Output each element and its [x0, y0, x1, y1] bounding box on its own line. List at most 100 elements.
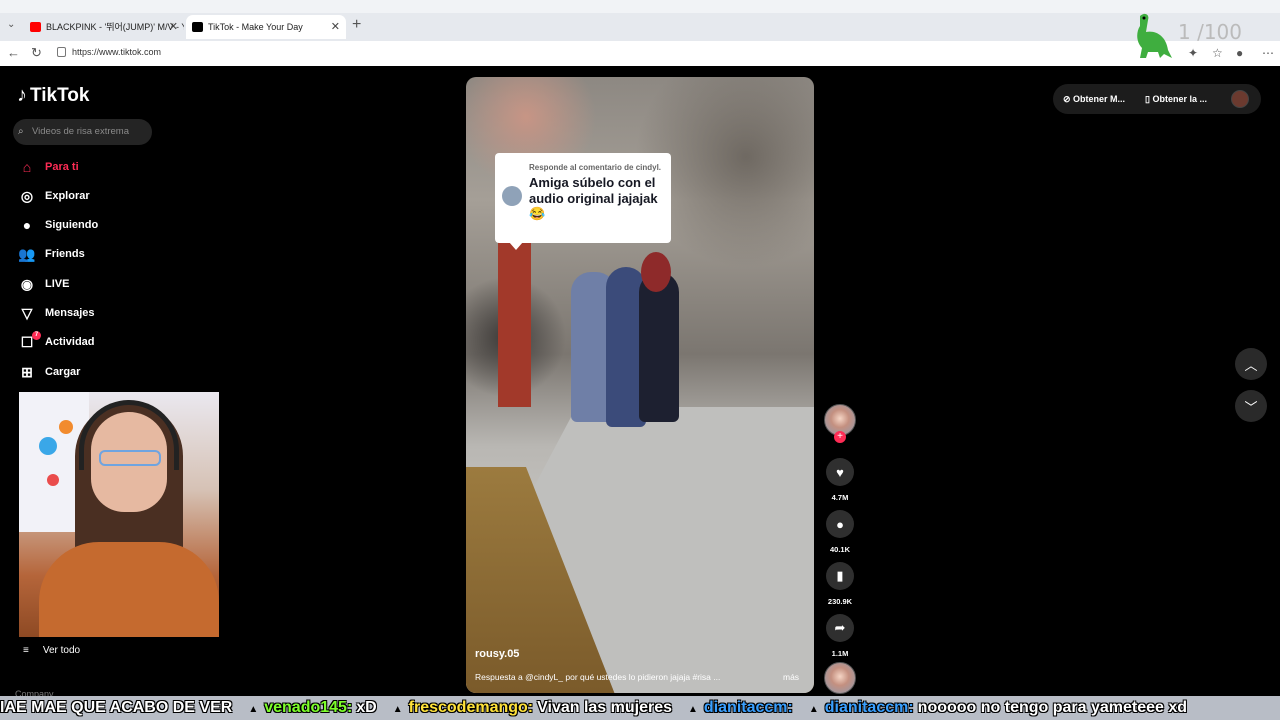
comment-reply-label: Responde al comentario de cindyl. [529, 163, 662, 172]
commenter-avatar [502, 186, 522, 206]
chat-text: IAE MAE QUE ACABO DE VER [0, 699, 233, 716]
notification-badge: 7 [32, 331, 41, 340]
sidebar-item-label: LIVE [45, 278, 70, 290]
close-tab-icon[interactable]: ✕ [331, 15, 340, 39]
tabs-menu-icon[interactable]: ⌄ [7, 19, 15, 30]
tab-title: TikTok - Make Your Day [208, 22, 303, 32]
share-count: 1.1M [831, 649, 849, 658]
overlay-counter: 1 /100 [1178, 20, 1242, 44]
sidebar-item-cargar[interactable]: ⊞ Cargar [18, 361, 168, 383]
separator-icon: ▲ [392, 704, 403, 715]
heart-icon: ♥ [836, 464, 844, 480]
music-disc-avatar[interactable] [824, 662, 856, 694]
previous-video-button[interactable]: ︿ [1235, 348, 1267, 380]
chat-ticker: IAE MAE QUE ACABO DE VER ▲ venado145: xD ▲ fr… [0, 696, 1280, 720]
person-figure [639, 272, 679, 422]
sidebar-item-para-ti[interactable]: ⌂ Para ti [18, 156, 168, 178]
like-button[interactable]: ♥ [826, 458, 854, 486]
follow-plus-icon[interactable]: + [834, 431, 846, 443]
extensions-icon[interactable]: ✦ [1188, 46, 1198, 60]
tiktok-logo[interactable]: ♪ TikTok [17, 84, 89, 107]
separator-icon: ▲ [248, 704, 259, 715]
new-tab-button[interactable]: + [352, 16, 361, 34]
close-tab-icon[interactable]: ✕ [169, 15, 178, 39]
separator-icon: ▲ [688, 704, 698, 715]
sidebar-item-mensajes[interactable]: ▽ Mensajes [18, 302, 168, 324]
back-button[interactable]: ← [7, 45, 20, 60]
bookmark-icon: ▮ [836, 568, 844, 583]
address-bar [0, 41, 1280, 66]
comment-count: 40.1K [829, 545, 850, 554]
sidebar-item-label: Friends [45, 248, 85, 260]
list-icon: ≡ [23, 645, 29, 656]
site-info-icon[interactable] [57, 47, 66, 57]
wall-decoration [39, 437, 57, 455]
wall-decoration [59, 420, 73, 434]
like-count: 4.7M [831, 493, 849, 502]
youtube-favicon-icon [30, 22, 41, 32]
chat-username: venado145: [264, 699, 353, 716]
profile-icon[interactable]: ● [1236, 46, 1243, 60]
chat-message: ▲ dianitaccm: nooooo no tengo para yametee… [803, 696, 1187, 720]
sidebar-item-actividad[interactable]: ☐ 7 Actividad [18, 331, 168, 353]
comment-text: Amiga súbelo con el audio original jajaj… [529, 175, 658, 221]
chevron-down-icon: ﹀ [1244, 399, 1258, 415]
get-app-label-2: Obtener la ... [1152, 94, 1207, 104]
video-description: Respuesta a @cindyL_ por qué ustedes lo … [475, 672, 721, 682]
chat-text: Vivan las mujeres [537, 699, 673, 716]
messages-icon: ▽ [21, 304, 33, 321]
comment-icon: ● [836, 516, 844, 532]
get-app-button-2[interactable]: ▯ Obtener la ... [1145, 84, 1207, 114]
chat-username: dianitaccm: [824, 699, 914, 716]
favorites-icon[interactable]: ☆ [1212, 46, 1223, 60]
search-input[interactable]: ⌕ Videos de risa extrema [13, 119, 152, 145]
chat-message: ▲ venado145: xD [242, 696, 376, 720]
dinosaur-overlay-icon [1137, 13, 1172, 58]
video-username[interactable]: rousy.05 [475, 648, 519, 660]
sidebar-item-explorar[interactable]: ◎ Explorar [18, 185, 168, 207]
tab-tiktok[interactable]: TikTok - Make Your Day ✕ [186, 15, 346, 39]
chat-username: dianitaccm: [703, 699, 793, 716]
sidebar-item-label: Siguiendo [45, 219, 99, 231]
streamer-webcam [19, 392, 219, 637]
share-arrow-icon: ➦ [834, 620, 846, 635]
see-all-link[interactable]: ≡ Ver todo [23, 645, 80, 656]
friends-icon: 👥 [18, 245, 36, 262]
logo-text: TikTok [30, 84, 90, 106]
chat-message: ▲ frescodemango: Vivan las mujeres [387, 696, 672, 720]
sidebar-item-siguiendo[interactable]: ● Siguiendo [18, 214, 168, 236]
separator-icon: ▲ [808, 704, 819, 715]
following-avatar-icon: ● [22, 217, 32, 233]
get-app-button-1[interactable]: ⊘ Obtener M... [1063, 84, 1125, 114]
webcam-person-body [39, 542, 219, 637]
sidebar-item-label: Explorar [45, 190, 90, 202]
chat-username: frescodemango: [408, 699, 534, 716]
upload-icon: ⊞ [21, 363, 33, 380]
save-button[interactable]: ▮ [826, 562, 854, 590]
see-all-label: Ver todo [42, 645, 81, 656]
tiktok-note-icon: ♪ [17, 84, 27, 106]
glasses-icon [99, 450, 161, 466]
sidebar-item-label: Mensajes [45, 307, 95, 319]
tab-title: BLACKPINK - '뛰어(JUMP)' M/V - Y [46, 22, 184, 32]
url-text[interactable]: https://www.tiktok.com [72, 47, 161, 57]
user-avatar[interactable] [1231, 90, 1249, 108]
get-app-bar: ⊘ Obtener M... ▯ Obtener la ... [1053, 84, 1261, 114]
next-video-button[interactable]: ﹀ [1235, 390, 1267, 422]
share-button[interactable]: ➦ [826, 614, 854, 642]
sidebar-item-label: Para ti [45, 161, 79, 173]
sidebar-item-live[interactable]: ◉ LIVE [18, 273, 168, 295]
chevron-up-icon: ︿ [1244, 357, 1258, 373]
tab-youtube[interactable]: BLACKPINK - '뛰어(JUMP)' M/V - Y ✕ [24, 15, 184, 39]
save-count: 230.9K [827, 597, 853, 606]
more-menu-icon[interactable]: ⋯ [1262, 46, 1274, 60]
comment-button[interactable]: ● [826, 510, 854, 538]
more-link[interactable]: más [783, 672, 799, 682]
live-icon: ◉ [20, 275, 34, 292]
reload-button[interactable]: ↻ [31, 45, 42, 61]
sidebar-item-label: Actividad [45, 336, 95, 348]
home-icon: ⌂ [22, 159, 32, 175]
search-icon: ⌕ [18, 126, 24, 137]
sidebar-item-friends[interactable]: 👥 Friends [18, 243, 168, 265]
search-placeholder: Videos de risa extrema [32, 126, 129, 137]
